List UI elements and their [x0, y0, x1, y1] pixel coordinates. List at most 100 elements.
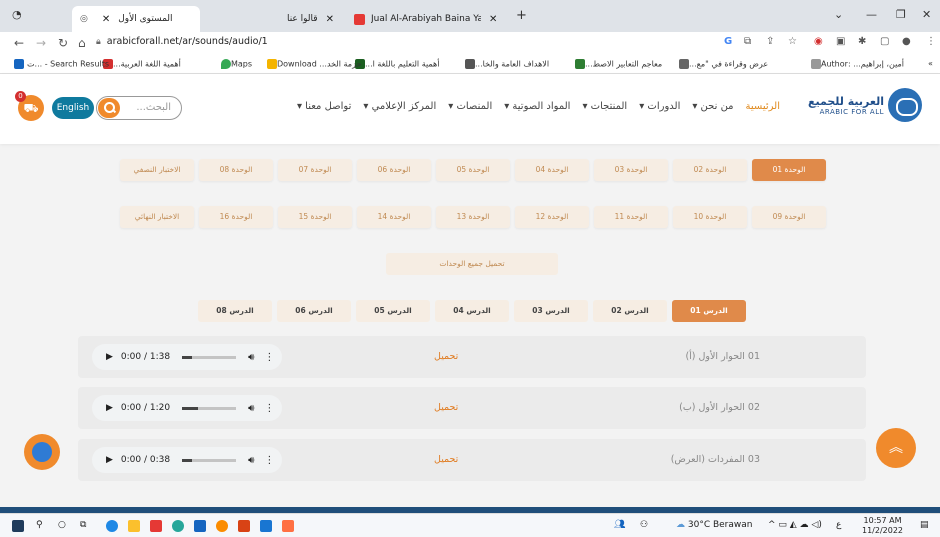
- back-icon[interactable]: ←: [14, 36, 24, 50]
- avatar[interactable]: ●: [902, 36, 911, 47]
- play-icon[interactable]: ▶: [106, 455, 113, 465]
- language-indicator[interactable]: ع: [836, 520, 841, 530]
- weather-widget[interactable]: ☁ 30°C Berawan: [676, 520, 752, 530]
- volume-icon[interactable]: 🔊︎: [248, 352, 254, 363]
- audio-player[interactable]: ▶ 0:00 / 1:20 🔊︎ ⋮: [92, 395, 282, 421]
- extension-icon[interactable]: ◉: [814, 36, 823, 47]
- sidebar-icon[interactable]: ▢: [880, 36, 889, 47]
- unit-button-13[interactable]: الوحدة 13: [436, 206, 510, 228]
- volume-icon[interactable]: 🔊︎: [248, 403, 254, 414]
- nav-contact[interactable]: تواصل معنا ▾: [297, 101, 351, 112]
- lesson-button-06[interactable]: الدرس 06: [277, 300, 351, 322]
- bookmark-item[interactable]: عرض وقراءة في "مع...: [676, 59, 768, 69]
- more-options-icon[interactable]: ⋮: [264, 403, 274, 414]
- menu-dots-icon[interactable]: ⋮: [926, 36, 936, 47]
- unit-button-07[interactable]: الوحدة 07: [278, 159, 352, 181]
- more-options-icon[interactable]: ⋮: [264, 352, 274, 363]
- share-icon[interactable]: ⇪: [766, 36, 774, 47]
- nav-courses[interactable]: الدورات ▾: [639, 101, 680, 112]
- search-icon[interactable]: [98, 98, 120, 118]
- nav-media[interactable]: المركز الإعلامي ▾: [363, 101, 436, 112]
- lesson-button-03[interactable]: الدرس 03: [514, 300, 588, 322]
- audio-seek-bar[interactable]: [182, 458, 237, 462]
- tab-level-one[interactable]: ◎ ✕ المستوى الأول: [72, 6, 200, 32]
- audio-seek-bar[interactable]: [182, 355, 237, 359]
- site-logo[interactable]: العربية للجميع ARABIC FOR ALL: [808, 88, 922, 122]
- unit-button-04[interactable]: الوحدة 04: [515, 159, 589, 181]
- chrome-icon[interactable]: [216, 520, 228, 532]
- explorer-icon[interactable]: [128, 520, 140, 532]
- people-icon[interactable]: 👥︎: [614, 520, 625, 530]
- bookmark-item[interactable]: أهمية التعليم باللغة ا...: [352, 59, 439, 69]
- search-icon[interactable]: ⚲: [36, 520, 43, 530]
- nav-home[interactable]: الرئيسية: [746, 101, 780, 112]
- lesson-button-08[interactable]: الدرس 08: [198, 300, 272, 322]
- audio-player[interactable]: ▶ 0:00 / 1:38 🔊︎ ⋮: [92, 344, 282, 370]
- tray-icons[interactable]: ^ ▭ ◭ ☁ ◁): [768, 520, 822, 530]
- bookmark-item[interactable]: ت... - Search Results: [14, 59, 109, 69]
- task-view-icon[interactable]: ⧉: [80, 520, 86, 530]
- unit-button-10[interactable]: الوحدة 10: [673, 206, 747, 228]
- new-tab-icon[interactable]: +: [516, 8, 527, 23]
- bookmark-item[interactable]: الاهداف العامة والخا...: [462, 59, 549, 69]
- unit-button-12[interactable]: الوحدة 12: [515, 206, 589, 228]
- audio-player[interactable]: ▶ 0:00 / 0:38 🔊︎ ⋮: [92, 447, 282, 473]
- play-icon[interactable]: ▶: [106, 352, 113, 362]
- more-bookmarks-icon[interactable]: »: [928, 59, 933, 68]
- unit-button-11[interactable]: الوحدة 11: [594, 206, 668, 228]
- windows-start-icon[interactable]: [12, 520, 24, 532]
- forward-icon[interactable]: →: [36, 36, 46, 50]
- star-icon[interactable]: ☆: [788, 36, 797, 47]
- bookmark-item[interactable]: حزمة الخد... Download: [264, 59, 361, 69]
- lesson-button-04[interactable]: الدرس 04: [435, 300, 509, 322]
- download-all-units-button[interactable]: تحميل جميع الوحدات: [386, 253, 558, 275]
- powerpoint-icon[interactable]: [238, 520, 250, 532]
- app-icon[interactable]: [282, 520, 294, 532]
- minimize-icon[interactable]: —: [866, 8, 877, 21]
- unit-button-16[interactable]: الوحدة 16: [199, 206, 273, 228]
- app-icon[interactable]: [172, 520, 184, 532]
- unit-button-06[interactable]: الوحدة 06: [357, 159, 431, 181]
- lesson-button-01[interactable]: الدرس 01: [672, 300, 746, 322]
- close-icon[interactable]: ✕: [102, 14, 110, 25]
- play-icon[interactable]: ▶: [106, 403, 113, 413]
- word-icon[interactable]: [194, 520, 206, 532]
- bookmark-item[interactable]: أهمية اللغة العربية...: [100, 59, 181, 69]
- lesson-button-05[interactable]: الدرس 05: [356, 300, 430, 322]
- edge-icon[interactable]: [106, 520, 118, 532]
- volume-icon[interactable]: 🔊︎: [248, 455, 254, 466]
- reload-icon[interactable]: ↻: [58, 36, 68, 50]
- nav-about[interactable]: من نحن ▾: [692, 101, 733, 112]
- close-icon[interactable]: ✕: [326, 14, 334, 25]
- scroll-to-top-button[interactable]: ︽: [876, 428, 916, 468]
- unit-button-02[interactable]: الوحدة 02: [673, 159, 747, 181]
- restore-icon[interactable]: ❐: [896, 8, 906, 21]
- office-icon[interactable]: [150, 520, 162, 532]
- extension-icon[interactable]: ▣: [836, 36, 845, 47]
- puzzle-icon[interactable]: ✱: [858, 36, 866, 47]
- download-link[interactable]: تحميل: [434, 351, 458, 362]
- clock[interactable]: 10:57 AM 11/2/2022: [862, 516, 903, 536]
- unit-button-14[interactable]: الوحدة 14: [357, 206, 431, 228]
- google-icon[interactable]: G: [724, 36, 732, 47]
- lesson-button-02[interactable]: الدرس 02: [593, 300, 667, 322]
- nav-platforms[interactable]: المنصات ▾: [448, 101, 492, 112]
- language-button[interactable]: English: [52, 97, 94, 119]
- close-icon[interactable]: ✕: [489, 14, 497, 25]
- audio-seek-bar[interactable]: [182, 406, 237, 410]
- profile-icon[interactable]: ◔: [12, 8, 22, 21]
- translate-icon[interactable]: ⧉: [744, 36, 751, 47]
- app-icon[interactable]: [260, 520, 272, 532]
- home-icon[interactable]: ⌂: [78, 36, 86, 50]
- messenger-chat-button[interactable]: [24, 434, 60, 470]
- download-link[interactable]: تحميل: [434, 454, 458, 465]
- final-exam-button[interactable]: الاختبار النهائي: [120, 206, 194, 228]
- bookmark-item[interactable]: معاجم التعابير الاصط...: [572, 59, 662, 69]
- more-options-icon[interactable]: ⋮: [264, 455, 274, 466]
- cortana-icon[interactable]: ○: [58, 520, 66, 530]
- unit-button-03[interactable]: الوحدة 03: [594, 159, 668, 181]
- tab-jual[interactable]: Jual Al-Arabiyah Baina Yadaik 1… ✕: [346, 6, 506, 32]
- unit-button-15[interactable]: الوحدة 15: [278, 206, 352, 228]
- midterm-exam-button[interactable]: الاختبار النصفي: [120, 159, 194, 181]
- notifications-icon[interactable]: ▤: [920, 520, 929, 530]
